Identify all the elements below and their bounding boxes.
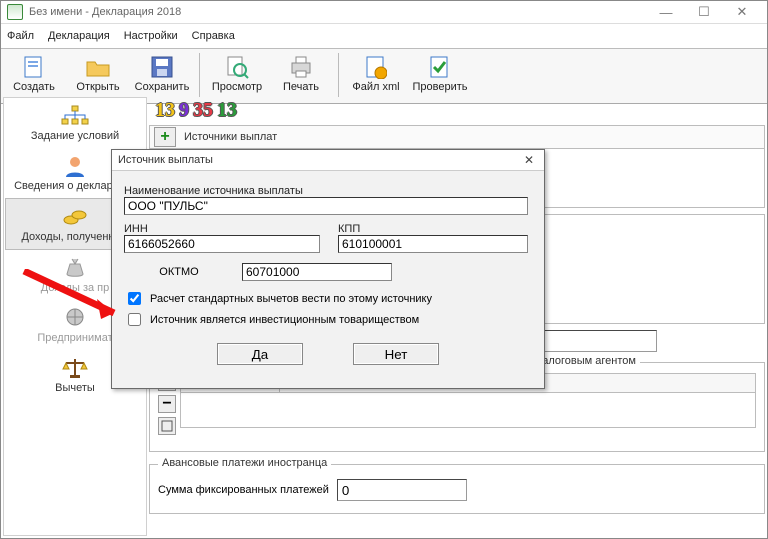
menu-file[interactable]: Файл: [7, 30, 34, 42]
deductions-table[interactable]: [180, 393, 756, 428]
source-name-input[interactable]: [124, 197, 528, 215]
scale-icon: [61, 356, 89, 380]
app-icon: [7, 4, 23, 20]
dialog-title-bar[interactable]: Источник выплаты ✕: [112, 150, 544, 171]
menu-help[interactable]: Справка: [192, 30, 235, 42]
source-dialog: Источник выплаты ✕ Наименование источник…: [111, 149, 545, 389]
advance-label: Сумма фиксированных платежей: [158, 484, 329, 496]
tax-rate-tabs: 13 9 35 13: [149, 97, 765, 123]
dialog-no-button[interactable]: Нет: [353, 343, 439, 365]
preview-icon: [224, 54, 250, 80]
tree-icon: [61, 104, 89, 128]
rate-13b[interactable]: 13: [217, 99, 237, 122]
file-new-icon: [21, 54, 47, 80]
folder-open-icon: [85, 54, 111, 80]
toolbar-preview[interactable]: Просмотр: [206, 51, 268, 103]
kpp-label: КПП: [338, 223, 532, 235]
deduction-remove[interactable]: −: [158, 395, 176, 413]
toolbar-check[interactable]: Проверить: [409, 51, 471, 103]
inn-label: ИНН: [124, 223, 320, 235]
toolbar-xml[interactable]: Файл xml: [345, 51, 407, 103]
minus-icon: −: [162, 399, 171, 409]
menu-declaration[interactable]: Декларация: [48, 30, 110, 42]
save-icon: [149, 54, 175, 80]
print-icon: [288, 54, 314, 80]
checkbox-std-deduct-input[interactable]: [128, 292, 141, 305]
deduction-edit[interactable]: [158, 417, 176, 435]
dialog-title: Источник выплаты: [118, 154, 213, 166]
toolbar: Создать Открыть Сохранить Просмотр Печат…: [1, 49, 767, 104]
add-source-button[interactable]: +: [154, 127, 176, 147]
coins-icon: [61, 205, 89, 229]
dialog-close-button[interactable]: ✕: [520, 152, 538, 168]
maximize-button[interactable]: ☐: [685, 2, 723, 22]
menu-settings[interactable]: Настройки: [124, 30, 178, 42]
menu-bar: Файл Декларация Настройки Справка: [1, 24, 767, 49]
toolbar-open[interactable]: Открыть: [67, 51, 129, 103]
oktmo-label: ОКТМО: [124, 266, 234, 278]
annotation-arrow: [19, 269, 129, 329]
check-icon: [427, 54, 453, 80]
minimize-button[interactable]: ―: [647, 2, 685, 22]
window-title: Без имени - Декларация 2018: [29, 6, 181, 18]
checkbox-invest-input[interactable]: [128, 313, 141, 326]
sources-bar: + Источники выплат: [149, 125, 765, 149]
person-icon: [61, 154, 89, 178]
advance-value[interactable]: [337, 479, 467, 501]
edit-icon: [161, 420, 173, 432]
dialog-yes-button[interactable]: Да: [217, 343, 303, 365]
plus-icon: +: [160, 130, 169, 144]
rate-13[interactable]: 13: [155, 99, 175, 122]
xml-file-icon: [363, 54, 389, 80]
source-name-label: Наименование источника выплаты: [124, 185, 532, 197]
title-bar: Без имени - Декларация 2018 ― ☐ ✕: [1, 1, 767, 24]
kpp-input[interactable]: [338, 235, 528, 253]
toolbar-save[interactable]: Сохранить: [131, 51, 193, 103]
inn-input[interactable]: [124, 235, 320, 253]
toolbar-create[interactable]: Создать: [3, 51, 65, 103]
toolbar-print[interactable]: Печать: [270, 51, 332, 103]
checkbox-invest[interactable]: Источник является инвестиционным товарищ…: [124, 310, 532, 329]
oktmo-input[interactable]: [242, 263, 392, 281]
rate-9[interactable]: 9: [179, 99, 189, 122]
close-button[interactable]: ✕: [723, 2, 761, 22]
sidebar-item-conditions[interactable]: Задание условий: [4, 98, 146, 148]
advance-group: Авансовые платежи иностранца Сумма фикси…: [149, 464, 765, 514]
sources-label: Источники выплат: [184, 131, 277, 143]
checkbox-std-deduct[interactable]: Расчет стандартных вычетов вести по этом…: [124, 289, 532, 308]
rate-35[interactable]: 35: [193, 99, 213, 122]
